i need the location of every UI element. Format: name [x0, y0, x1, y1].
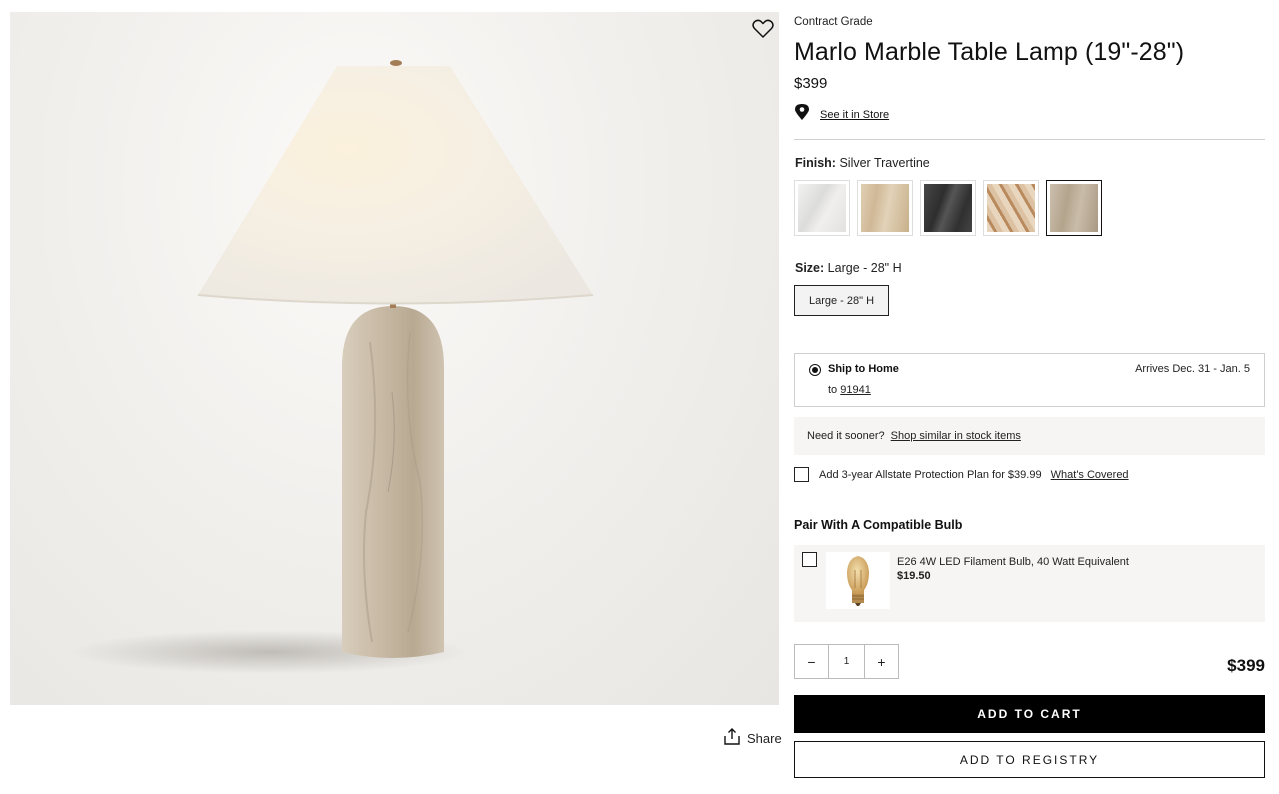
share-label: Share — [747, 730, 782, 746]
product-title: Marlo Marble Table Lamp (19"-28") — [794, 38, 1185, 66]
add-to-registry-button[interactable]: ADD TO REGISTRY — [794, 741, 1265, 778]
finish-swatch-fill — [1050, 184, 1098, 232]
arrival-date: Arrives Dec. 31 - Jan. 5 — [1135, 363, 1250, 375]
see-in-store-link[interactable]: See it in Store — [820, 109, 889, 121]
bulb-checkbox[interactable] — [802, 552, 817, 567]
finish-selected: Silver Travertine — [839, 156, 930, 170]
zip-code-link[interactable]: 91941 — [840, 384, 871, 396]
share-icon — [724, 728, 740, 748]
bulb-price: $19.50 — [897, 570, 931, 582]
finish-label-row: Finish: Silver Travertine — [795, 156, 930, 170]
finish-swatch-fill — [987, 184, 1035, 232]
finish-label: Finish: — [795, 156, 836, 170]
share-button[interactable]: Share — [724, 727, 782, 749]
lamp-illustration — [70, 60, 594, 674]
quantity-stepper: − 1 + — [794, 644, 899, 679]
finish-swatch-fill — [798, 184, 846, 232]
need-it-sooner-banner: Need it sooner? Shop similar in stock it… — [794, 417, 1265, 455]
finish-swatches — [794, 180, 1102, 236]
product-price: $399 — [794, 75, 828, 92]
protection-plan-checkbox[interactable] — [794, 467, 809, 482]
ship-method: Ship to Home — [828, 363, 899, 375]
whats-covered-link[interactable]: What's Covered — [1051, 469, 1129, 481]
size-option-large[interactable]: Large - 28" H — [794, 285, 889, 316]
bulb-name: E26 4W LED Filament Bulb, 40 Watt Equiva… — [897, 556, 1129, 568]
shop-similar-link[interactable]: Shop similar in stock items — [891, 430, 1021, 442]
bulb-addon: E26 4W LED Filament Bulb, 40 Watt Equiva… — [794, 545, 1265, 622]
add-to-cart-button[interactable]: ADD TO CART — [794, 695, 1265, 733]
size-selected: Large - 28" H — [827, 261, 902, 275]
ship-to-row: to 91941 — [828, 384, 871, 396]
size-label: Size: — [795, 261, 825, 275]
total-price: $399 — [1227, 656, 1265, 675]
finish-swatch-beige-travertine[interactable] — [857, 180, 913, 236]
finish-swatch-fill — [924, 184, 972, 232]
finish-swatch-swirl-stone[interactable] — [983, 180, 1039, 236]
quantity-input[interactable]: 1 — [829, 644, 864, 679]
protection-plan-row: Add 3-year Allstate Protection Plan for … — [794, 467, 1129, 482]
product-grade: Contract Grade — [794, 16, 873, 28]
see-in-store-row: See it in Store — [794, 103, 889, 126]
protection-plan-text: Add 3-year Allstate Protection Plan for … — [819, 468, 1042, 481]
wishlist-heart-icon[interactable] — [750, 17, 776, 41]
location-pin-icon — [794, 103, 810, 126]
pair-bulb-heading: Pair With A Compatible Bulb — [794, 518, 963, 532]
finish-swatch-silver-travertine[interactable] — [1046, 180, 1102, 236]
need-it-sooner-text: Need it sooner? — [807, 430, 885, 442]
ship-to-home-option[interactable]: Ship to Home to 91941 Arrives Dec. 31 - … — [794, 353, 1265, 407]
quantity-increase-button[interactable]: + — [864, 644, 899, 679]
ship-to-prefix: to — [828, 384, 838, 396]
finish-swatch-black-marble[interactable] — [920, 180, 976, 236]
quantity-decrease-button[interactable]: − — [794, 644, 829, 679]
finish-swatch-fill — [861, 184, 909, 232]
ship-to-home-radio[interactable] — [809, 364, 821, 376]
product-image[interactable] — [10, 12, 779, 705]
divider — [794, 139, 1265, 140]
bulb-image[interactable] — [826, 552, 890, 609]
size-label-row: Size: Large - 28" H — [795, 261, 902, 275]
finish-swatch-white-marble[interactable] — [794, 180, 850, 236]
